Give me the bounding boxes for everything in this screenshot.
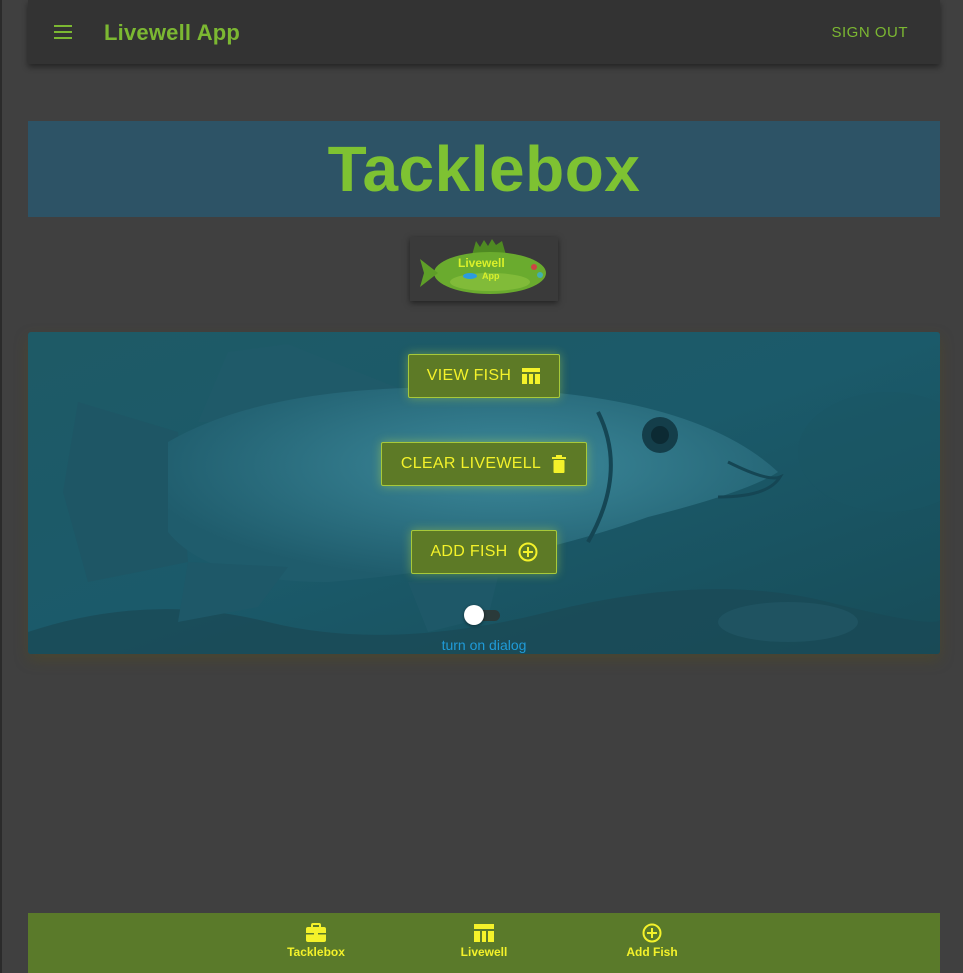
sign-out-button[interactable]: SIGN OUT [831,24,908,41]
logo-text-line1: Livewell [458,256,505,270]
nav-item-tacklebox[interactable]: Tacklebox [261,923,371,969]
bottom-navigation: Tacklebox Livewell Add Fish [28,913,940,973]
page-title: Tacklebox [327,133,641,205]
app-title: Livewell App [104,20,241,45]
app-logo: Livewell App [410,237,558,301]
add-fish-button[interactable]: ADD FISH [411,530,557,574]
app-bar: Livewell App SIGN OUT [28,0,940,64]
table-icon [474,924,494,942]
add-circle-icon [518,542,538,562]
nav-label-tacklebox: Tacklebox [287,945,345,959]
table-icon [522,368,541,384]
nav-label-livewell: Livewell [460,945,508,959]
page-title-banner: Tacklebox [28,121,940,217]
nav-label-add-fish: Add Fish [626,945,678,959]
nav-item-add-fish[interactable]: Add Fish [597,923,707,969]
add-fish-label: ADD FISH [430,543,508,560]
menu-icon[interactable] [54,22,74,42]
briefcase-icon [306,923,326,942]
clear-livewell-label: CLEAR LIVEWELL [400,455,542,472]
add-circle-icon [642,923,662,943]
toggle-label: turn on dialog [441,637,527,653]
nav-item-livewell[interactable]: Livewell [429,923,539,969]
dialog-toggle-switch[interactable] [464,604,502,626]
view-fish-label: VIEW FISH [426,367,512,384]
logo-text-line2: App [482,271,500,281]
trash-icon [552,455,567,473]
view-fish-button[interactable]: VIEW FISH [408,354,560,398]
clear-livewell-button[interactable]: CLEAR LIVEWELL [381,442,587,486]
toggle-knob [464,605,484,625]
